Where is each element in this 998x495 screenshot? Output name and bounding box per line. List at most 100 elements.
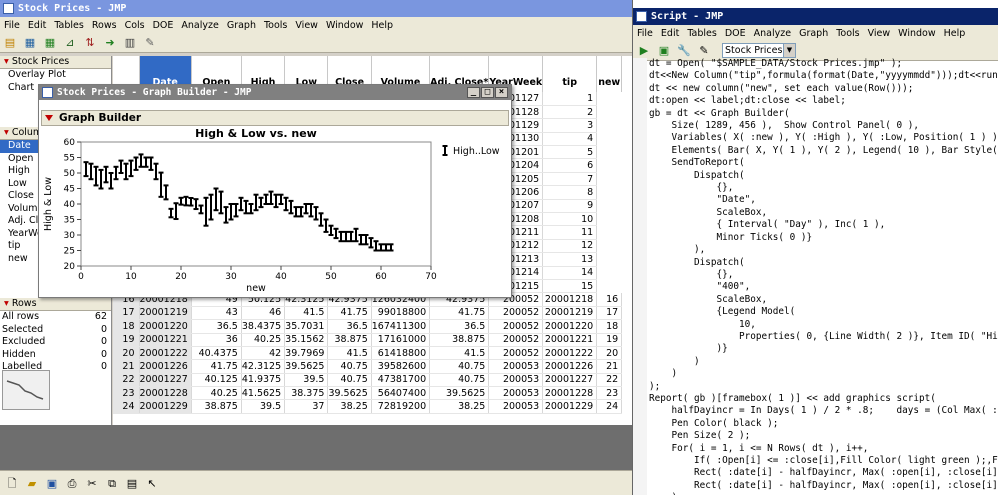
row-number-cell[interactable]: 22 <box>113 373 140 388</box>
table-row[interactable]: 19 20001221 36 40.25 35.1562 38.875 17161000 38… <box>113 333 623 347</box>
table-row[interactable]: 22 20001227 40.125 41.9375 39.5 40.75 47381700… <box>113 373 623 388</box>
maximize-button[interactable]: □ <box>481 87 494 98</box>
table-row[interactable]: 17 20001219 43 46 41.5 41.75 99018800 41.75 2000… <box>113 306 623 321</box>
cut-icon[interactable]: ✂ <box>84 475 100 491</box>
red-triangle-menu-icon[interactable] <box>45 115 53 121</box>
debug-icon[interactable]: ▣ <box>656 43 672 59</box>
y-tick-label: 60 <box>64 138 76 148</box>
table-cell: 200052 <box>488 319 544 334</box>
script-menu-edit[interactable]: Edit <box>661 28 679 39</box>
jmp-menu-tables[interactable]: Tables <box>54 20 84 31</box>
graph-builder-outline-header[interactable]: Graph Builder <box>41 110 509 126</box>
edit-icon[interactable]: ✎ <box>696 43 712 59</box>
new-file-icon[interactable]: 🗋 <box>4 475 20 491</box>
table-cell: 4 <box>542 132 598 147</box>
script-window-title: Script - JMP <box>651 11 724 22</box>
jmp-menu-cols[interactable]: Cols <box>125 20 145 31</box>
row-number-cell[interactable]: 18 <box>113 319 140 334</box>
jmp-menu-window[interactable]: Window <box>326 20 363 31</box>
print-icon[interactable]: ⎙ <box>64 475 80 491</box>
script-editor[interactable]: dt = Open( "$SAMPLE_DATA/Stock Prices.jm… <box>649 58 998 495</box>
script-menu-doe[interactable]: DOE <box>725 28 746 39</box>
jmp-menu-graph[interactable]: Graph <box>227 20 256 31</box>
jmp-menu-view[interactable]: View <box>295 20 318 31</box>
jmp-menu-doe[interactable]: DOE <box>153 20 174 31</box>
script-menu-tables[interactable]: Tables <box>687 28 717 39</box>
script-menu-tools[interactable]: Tools <box>836 28 859 39</box>
jmp-menu-edit[interactable]: Edit <box>28 20 46 31</box>
x-tick-label: 10 <box>125 272 137 282</box>
graph-thumbnail[interactable] <box>2 370 50 410</box>
graph-builder-plot[interactable]: High & Low vs. new 20 25 30 35 40 45 50 55 60 0 10 2… <box>39 126 511 298</box>
table-cell: 37 <box>284 399 329 414</box>
fit-icon[interactable]: ⇅ <box>82 35 98 51</box>
table-row[interactable]: 23 20001228 40.25 41.5625 38.375 39.5625 56407… <box>113 386 623 401</box>
table-cell: 167411300 <box>371 319 431 334</box>
column-header-new[interactable]: new <box>596 56 623 92</box>
table-row[interactable]: 24 20001229 38.875 39.5 37 38.25 72819200 38.25… <box>113 399 623 414</box>
table-panel-menu-icon[interactable]: ▾ <box>4 56 9 67</box>
table-script-item[interactable]: Overlay Plot <box>0 69 111 82</box>
jmp-menu-analyze[interactable]: Analyze <box>181 20 218 31</box>
table-cell: 200053 <box>488 373 544 388</box>
code-line: dt:open << label;dt:close << label; <box>649 95 846 107</box>
script-menu-analyze[interactable]: Analyze <box>754 28 791 39</box>
run-script-icon[interactable]: ▶ <box>636 43 652 59</box>
table-cell: 41.9375 <box>241 373 286 388</box>
data-table-titlebar[interactable]: Stock Prices - JMP <box>0 0 632 17</box>
jmp-menu-rows[interactable]: Rows <box>92 20 117 31</box>
table-cell: 35.7031 <box>284 319 329 334</box>
table-icon[interactable]: ▦ <box>42 35 58 51</box>
row-number-cell[interactable]: 21 <box>113 359 140 374</box>
jmp-menu-help[interactable]: Help <box>371 20 393 31</box>
code-line: dt << new column("new", set each value(R… <box>649 82 914 94</box>
row-number-cell[interactable]: 17 <box>113 306 140 321</box>
table-row[interactable]: 18 20001220 36.5 38.4375 35.7031 36.5 16741130… <box>113 319 623 334</box>
script-menu-view[interactable]: View <box>868 28 891 39</box>
grid-icon[interactable]: ▦ <box>22 35 38 51</box>
row-number-cell[interactable]: 19 <box>113 333 140 347</box>
copy-icon[interactable]: ⧉ <box>104 475 120 491</box>
open-table-icon[interactable]: ▤ <box>2 35 18 51</box>
legend-label: High..Low <box>453 146 500 157</box>
distribution-icon[interactable]: ⊿ <box>62 35 78 51</box>
script-menu-file[interactable]: File <box>637 28 653 39</box>
graph-builder-titlebar[interactable]: Stock Prices - Graph Builder - JMP _ □ × <box>39 85 511 100</box>
script-titlebar[interactable]: Script - JMP <box>633 8 998 25</box>
table-panel-header[interactable]: ▾ Stock Prices <box>0 56 111 69</box>
column-header-tip[interactable]: tip <box>542 56 598 92</box>
jmp-menu-file[interactable]: File <box>4 20 20 31</box>
bottom-toolbar: 🗋 ▰ ▣ ⎙ ✂ ⧉ ▤ ↖ <box>0 470 632 495</box>
rows-panel-menu-icon[interactable]: ▾ <box>4 298 9 309</box>
table-cell: 17 <box>596 306 623 321</box>
wrench-icon[interactable]: 🔧 <box>676 43 692 59</box>
chevron-down-icon[interactable]: ▼ <box>783 44 795 57</box>
save-icon[interactable]: ▣ <box>44 475 60 491</box>
arrow-icon[interactable]: ➜ <box>102 35 118 51</box>
rows-summary-row: Excluded 0 <box>0 336 111 349</box>
paste-icon[interactable]: ▤ <box>124 475 140 491</box>
open-folder-icon[interactable]: ▰ <box>24 475 40 491</box>
table-row[interactable]: 20 20001222 40.4375 42 39.7969 41.5 61418800 41… <box>113 346 623 361</box>
row-number-cell[interactable]: 23 <box>113 386 140 401</box>
row-number-cell[interactable]: 20 <box>113 346 140 361</box>
pointer-icon[interactable]: ↖ <box>144 475 160 491</box>
pencil-icon[interactable]: ✎ <box>142 35 158 51</box>
code-line: Report( gb )[framebox( 1 )] << add graph… <box>649 392 936 404</box>
chart-legend[interactable]: High..Low <box>442 145 500 157</box>
rows-summary-value: 0 <box>100 336 107 347</box>
columns-panel-menu-icon[interactable]: ▾ <box>4 127 9 138</box>
chart-icon[interactable]: ▥ <box>122 35 138 51</box>
table-cell: 40.75 <box>327 359 372 374</box>
minimize-button[interactable]: _ <box>467 87 480 98</box>
script-menu-graph[interactable]: Graph <box>799 28 828 39</box>
jmp-menu-tools[interactable]: Tools <box>264 20 287 31</box>
table-row[interactable]: 21 20001226 41.75 42.3125 39.5625 40.75 395826… <box>113 359 623 374</box>
rows-panel-header[interactable]: ▾ Rows <box>0 298 111 311</box>
script-window: Script - JMP File Edit Tables DOE Analyze Gra… <box>632 0 998 495</box>
row-number-cell[interactable]: 24 <box>113 399 140 414</box>
data-table-selector[interactable]: Stock Prices ▼ <box>722 43 796 58</box>
close-button[interactable]: × <box>495 87 508 98</box>
script-menu-help[interactable]: Help <box>944 28 966 39</box>
script-menu-window[interactable]: Window <box>898 28 935 39</box>
